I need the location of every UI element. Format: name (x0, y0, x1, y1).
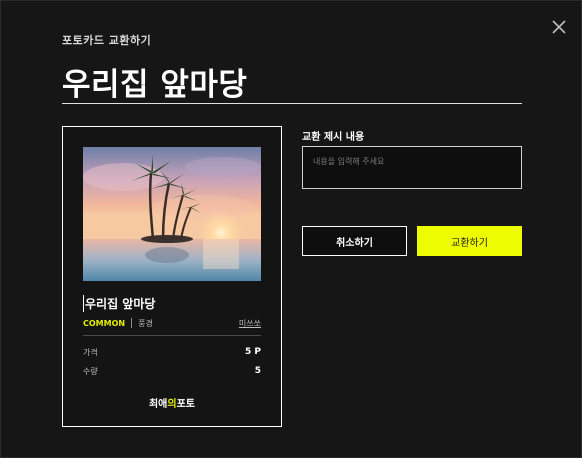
palm-trees-sunset-image (83, 147, 261, 281)
brand-suffix: 포토 (176, 399, 195, 410)
quantity-value: 5 (254, 366, 261, 376)
offer-input[interactable] (302, 146, 522, 189)
card-divider (83, 335, 261, 336)
card-name: 우리집 앞마당 (83, 295, 156, 312)
card-meta: COMMON 풍경 미쓰쏘 (83, 316, 261, 330)
brand-prefix: 최애 (148, 399, 168, 410)
modal-subtitle: 포토카드 교환하기 (62, 34, 152, 47)
cancel-button[interactable]: 취소하기 (302, 226, 407, 256)
card-brand-logo: 최애의포토 (63, 395, 281, 410)
artist-link[interactable]: 미쓰쏘 (239, 318, 261, 329)
meta-divider (131, 318, 133, 328)
photo-card: 우리집 앞마당 COMMON 풍경 미쓰쏘 가격 5 P 수량 5 최애의포토 (62, 126, 282, 427)
rarity-badge: COMMON (83, 318, 126, 328)
close-icon (552, 20, 566, 34)
card-category: 풍경 (138, 318, 153, 328)
close-button[interactable] (549, 17, 569, 37)
modal-title: 우리집 앞마당 (62, 67, 248, 103)
quantity-label: 수량 (83, 366, 98, 376)
offer-label: 교환 제시 내용 (302, 132, 365, 143)
price-row: 가격 5 P (83, 345, 261, 359)
price-label: 가격 (83, 347, 98, 357)
quantity-row: 수량 5 (83, 364, 261, 378)
brand-accent: 의 (167, 399, 177, 410)
card-image (83, 147, 261, 281)
price-value: 5 P (245, 347, 261, 357)
title-divider (62, 103, 522, 104)
exchange-modal: 포토카드 교환하기 우리집 앞마당 우리집 앞마당 COMMON 풍경 미쓰쏘 … (0, 0, 582, 458)
exchange-button[interactable]: 교환하기 (417, 226, 522, 256)
